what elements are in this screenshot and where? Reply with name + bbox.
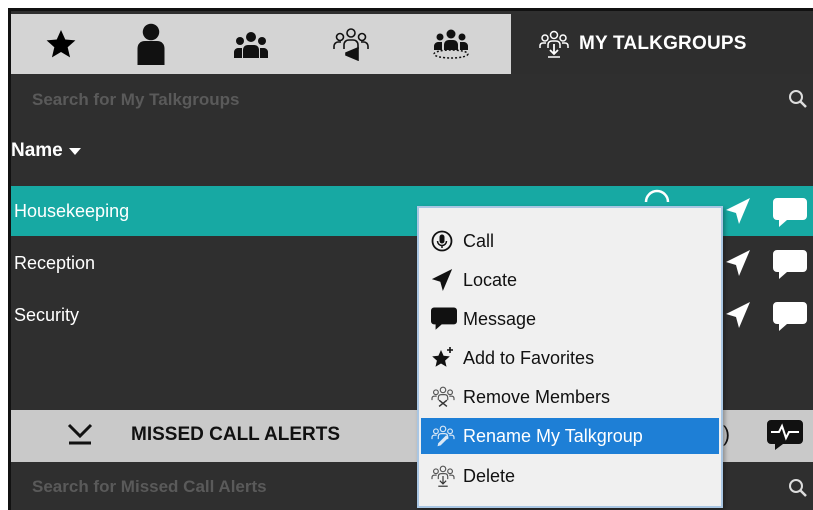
menu-item-add-to-favorites[interactable]: Add to Favorites — [421, 340, 719, 376]
menu-item-label: Locate — [463, 269, 518, 290]
locate-arrow-icon — [431, 269, 453, 291]
menu-item-label: Add to Favorites — [463, 347, 595, 368]
window-border — [10, 8, 813, 11]
menu-item-label: Delete — [463, 465, 516, 486]
menu-item-remove-members[interactable]: Remove Members — [421, 379, 719, 415]
pulse-alert-icon[interactable] — [767, 420, 803, 450]
tab-favorites[interactable] — [31, 14, 91, 74]
menu-item-rename-talkgroup[interactable]: Rename My Talkgroup — [421, 418, 719, 454]
search-icon[interactable] — [788, 89, 808, 109]
message-bubble-icon[interactable] — [773, 250, 807, 280]
tab-my-talkgroups-label: MY TALKGROUPS — [579, 33, 747, 54]
sort-down-icon — [68, 148, 81, 155]
star-icon — [46, 30, 76, 58]
tab-my-talkgroups[interactable]: MY TALKGROUPS — [511, 14, 813, 74]
menu-item-locate[interactable]: Locate — [421, 262, 719, 298]
search-icon[interactable] — [788, 478, 808, 498]
menu-item-label: Call — [463, 230, 495, 251]
talkgroup-search-input[interactable] — [11, 74, 771, 126]
missed-call-alerts-title: MISSED CALL ALERTS — [131, 424, 341, 445]
rename-talkgroup-icon — [431, 425, 455, 447]
my-talkgroups-icon — [539, 30, 569, 58]
alerts-count-fragment: ) — [723, 423, 730, 446]
add-star-icon — [432, 347, 453, 367]
column-header-name[interactable]: Name — [11, 140, 81, 162]
menu-item-label: Remove Members — [463, 386, 611, 407]
tab-bar: MY TALKGROUPS — [11, 14, 813, 74]
dynamic-group-icon — [433, 29, 469, 59]
menu-item-delete[interactable]: Delete — [421, 458, 719, 494]
delete-talkgroup-icon — [431, 465, 455, 487]
message-bubble-icon[interactable] — [773, 302, 807, 332]
microphone-icon[interactable] — [644, 188, 670, 202]
message-bubble-icon[interactable] — [773, 198, 807, 228]
column-header-label: Name — [11, 140, 63, 161]
person-icon — [137, 23, 165, 65]
context-menu: Call Locate Message Add to Favorites Rem… — [417, 206, 723, 508]
talkgroup-search — [11, 74, 813, 126]
remove-members-icon — [431, 386, 455, 407]
menu-item-label: Rename My Talkgroup — [463, 425, 643, 446]
tab-contacts[interactable] — [121, 14, 181, 74]
menu-item-call[interactable]: Call — [421, 223, 719, 259]
broadcast-group-icon — [333, 28, 369, 61]
group-icon — [234, 32, 268, 58]
locate-arrow-icon[interactable] — [726, 198, 750, 224]
menu-item-label: Message — [463, 308, 537, 329]
locate-arrow-icon[interactable] — [726, 302, 750, 328]
tab-broadcast-groups[interactable] — [321, 14, 381, 74]
collapse-download-icon[interactable] — [67, 421, 93, 449]
tab-groups[interactable] — [221, 14, 281, 74]
tab-dynamic-groups[interactable] — [421, 14, 481, 74]
microphone-icon — [431, 230, 453, 252]
message-bubble-icon — [431, 307, 457, 330]
locate-arrow-icon[interactable] — [726, 250, 750, 276]
menu-item-message[interactable]: Message — [421, 301, 719, 337]
